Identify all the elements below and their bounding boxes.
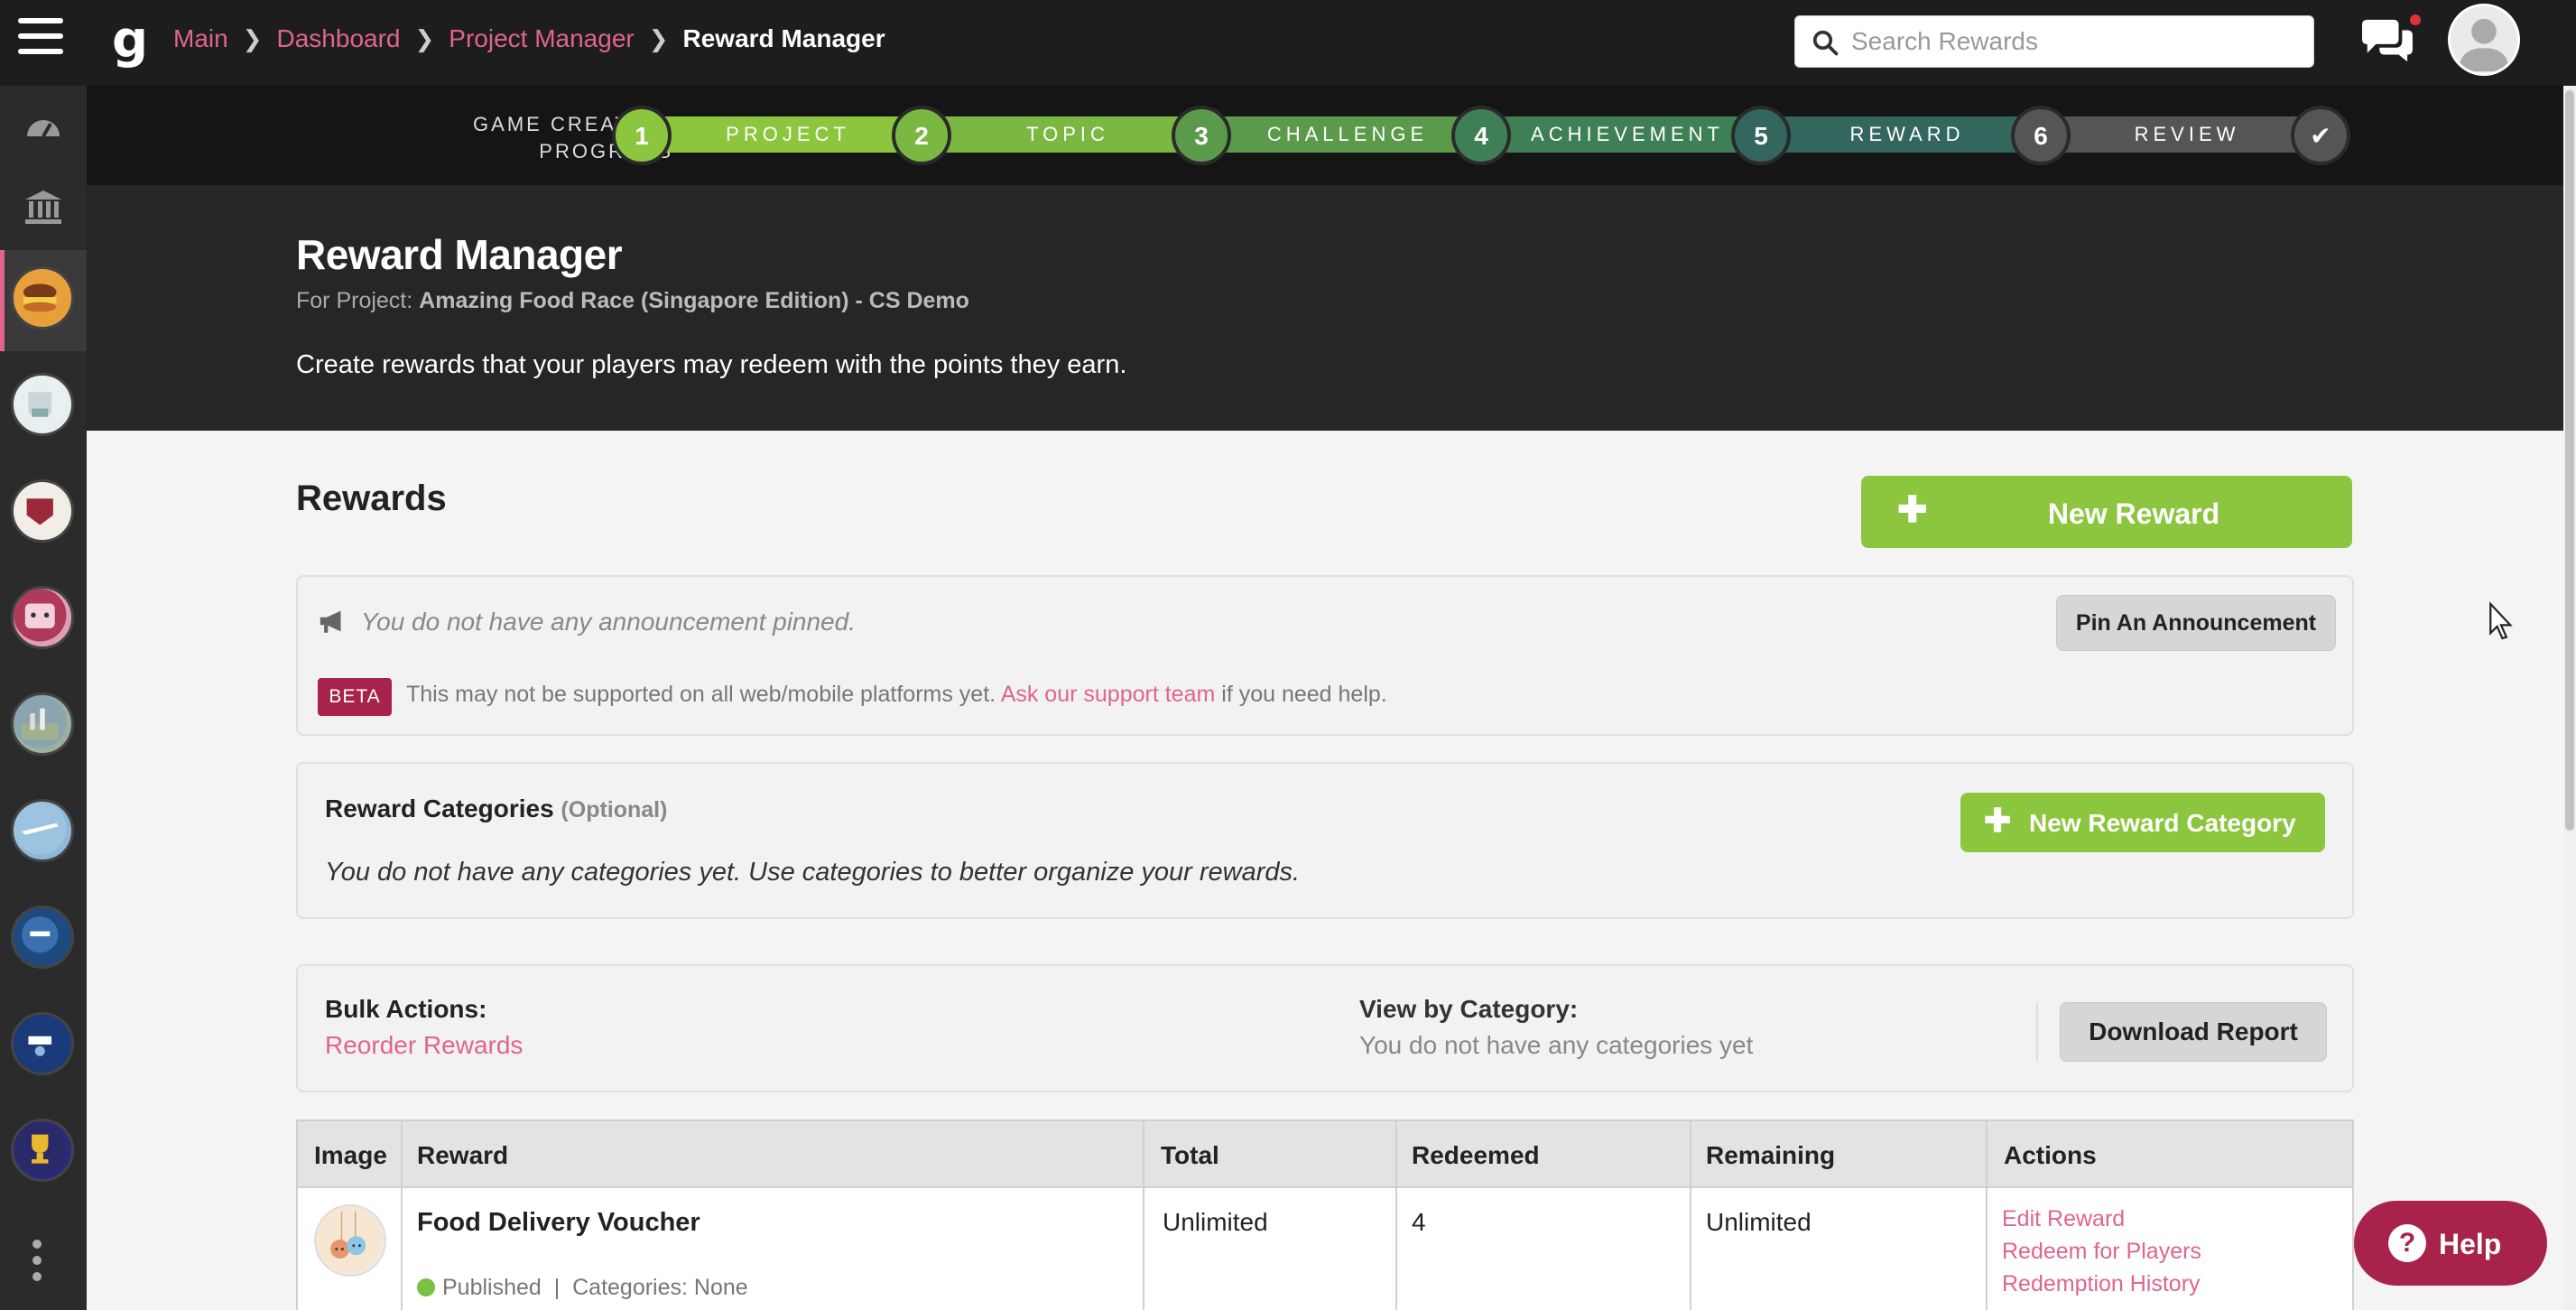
step-3-circle[interactable]: 3 xyxy=(1172,106,1231,165)
project-avatar-9[interactable] xyxy=(11,1119,74,1182)
col-redeemed: Redeemed xyxy=(1412,1141,1540,1169)
step-project[interactable]: PROJECT xyxy=(648,116,928,153)
view-by-category-title: View by Category: xyxy=(1359,995,1579,1023)
project-avatar-7[interactable] xyxy=(11,906,74,969)
reward-total: Unlimited xyxy=(1163,1208,1268,1236)
project-name: Amazing Food Race (Singapore Edition) - … xyxy=(419,288,969,313)
support-link[interactable]: Ask our support team xyxy=(1001,682,1216,707)
view-by-category-empty: You do not have any categories yet xyxy=(1359,1031,1754,1059)
beta-badge: BETA xyxy=(318,678,392,716)
col-remaining: Remaining xyxy=(1706,1141,1836,1169)
announcement-empty-text: You do not have any announcement pinned. xyxy=(361,608,856,636)
col-reward: Reward xyxy=(417,1141,509,1169)
reward-redeemed: 4 xyxy=(1412,1208,1426,1236)
step-review[interactable]: REVIEW xyxy=(2047,116,2327,153)
step-achievement[interactable]: ACHIEVEMENT xyxy=(1487,116,1767,153)
more-icon[interactable] xyxy=(32,1240,42,1288)
search-box[interactable] xyxy=(1794,15,2314,68)
scrollbar-thumb[interactable] xyxy=(2565,90,2574,831)
divider xyxy=(2036,1002,2038,1062)
search-icon xyxy=(1812,30,1839,56)
redeem-for-players-link[interactable]: Redeem for Players xyxy=(2002,1239,2201,1265)
categories-title: Reward Categories (Optional) xyxy=(325,794,668,822)
step-1-circle[interactable]: 1 xyxy=(612,106,672,165)
new-reward-category-button[interactable]: ✚ New Reward Category xyxy=(1960,793,2325,852)
reward-remaining: Unlimited xyxy=(1706,1208,1812,1236)
pin-announcement-button[interactable]: Pin An Announcement xyxy=(2056,595,2336,651)
step-challenge[interactable]: CHALLENGE xyxy=(1208,116,1487,153)
col-image: Image xyxy=(314,1141,387,1169)
step-6-circle[interactable]: 6 xyxy=(2011,106,2071,165)
notification-dot xyxy=(2410,14,2421,25)
page-title: Reward Manager xyxy=(296,231,623,278)
project-avatar-food-race[interactable] xyxy=(11,266,74,330)
chevron-right-icon: ❯ xyxy=(242,24,263,52)
search-input[interactable] xyxy=(1851,16,2303,67)
top-bar: g Main ❯ Dashboard ❯ Project Manager ❯ R… xyxy=(0,0,2576,86)
beta-notice: This may not be supported on all web/mob… xyxy=(406,682,1387,707)
step-2-circle[interactable]: 2 xyxy=(892,106,951,165)
col-total: Total xyxy=(1161,1141,1219,1169)
app-logo[interactable]: g xyxy=(112,9,148,72)
new-reward-button[interactable]: ✚ New Reward xyxy=(1861,476,2352,548)
mouse-cursor-icon xyxy=(2489,601,2513,640)
left-sidebar xyxy=(0,86,87,1310)
help-button[interactable]: ? Help xyxy=(2354,1201,2547,1286)
breadcrumb-dashboard[interactable]: Dashboard xyxy=(277,24,401,53)
redemption-history-link[interactable]: Redemption History xyxy=(2002,1271,2201,1297)
project-avatar-2[interactable] xyxy=(11,373,74,436)
bulk-actions-title: Bulk Actions: xyxy=(325,995,487,1023)
download-report-button[interactable]: Download Report xyxy=(2060,1002,2327,1062)
project-avatar-3[interactable] xyxy=(11,479,74,543)
column-divider xyxy=(1395,1120,1397,1310)
announcement-panel: You do not have any announcement pinned.… xyxy=(296,575,2354,736)
user-avatar[interactable] xyxy=(2448,4,2520,76)
megaphone-icon xyxy=(320,610,341,633)
optional-label: (Optional) xyxy=(561,797,668,822)
rewards-table-header: Image Reward Total Redeemed Remaining Ac… xyxy=(296,1120,2354,1188)
page-description: Create rewards that your players may red… xyxy=(296,350,1127,379)
chat-icon[interactable] xyxy=(2358,18,2415,67)
categories-empty-text: You do not have any categories yet. Use … xyxy=(325,858,1301,887)
step-topic[interactable]: TOPIC xyxy=(928,116,1208,153)
plus-icon: ✚ xyxy=(1984,802,2012,839)
column-divider xyxy=(1690,1120,1691,1310)
bulk-actions-panel: Bulk Actions: Reorder Rewards View by Ca… xyxy=(296,964,2354,1092)
rewards-heading: Rewards xyxy=(296,478,447,518)
step-5-circle[interactable]: 5 xyxy=(1731,106,1791,165)
col-actions: Actions xyxy=(2004,1141,2097,1169)
reward-name[interactable]: Food Delivery Voucher xyxy=(417,1208,700,1238)
project-avatar-8[interactable] xyxy=(11,1012,74,1075)
page-header: Reward Manager For Project: Amazing Food… xyxy=(87,185,2563,431)
chevron-right-icon: ❯ xyxy=(414,24,435,52)
chevron-right-icon: ❯ xyxy=(648,24,669,52)
column-divider xyxy=(1143,1120,1144,1310)
breadcrumb: Main ❯ Dashboard ❯ Project Manager ❯ Rew… xyxy=(173,24,885,53)
project-avatar-5[interactable] xyxy=(11,692,74,756)
breadcrumb-project-manager[interactable]: Project Manager xyxy=(449,24,634,53)
check-icon[interactable]: ✔ xyxy=(2291,106,2350,165)
question-icon: ? xyxy=(2388,1224,2426,1262)
project-label: For Project: Amazing Food Race (Singapor… xyxy=(296,288,969,313)
menu-icon[interactable] xyxy=(18,18,63,63)
step-4-circle[interactable]: 4 xyxy=(1451,106,1511,165)
dashboard-icon[interactable] xyxy=(22,106,65,149)
published-status-icon xyxy=(417,1278,435,1296)
project-avatar-4[interactable] xyxy=(11,586,74,649)
reorder-rewards-link[interactable]: Reorder Rewards xyxy=(325,1031,523,1060)
breadcrumb-main[interactable]: Main xyxy=(173,24,228,53)
step-reward[interactable]: REWARD xyxy=(1767,116,2047,153)
game-creation-progress: GAME CREATION PROGRESS PROJECT TOPIC CHA… xyxy=(87,86,2563,185)
reward-image[interactable] xyxy=(314,1204,386,1277)
column-divider xyxy=(401,1120,403,1310)
project-avatar-6[interactable] xyxy=(11,799,74,862)
reward-status: Published | Categories: None xyxy=(442,1275,748,1300)
breadcrumb-current: Reward Manager xyxy=(682,24,885,52)
institution-icon[interactable] xyxy=(22,185,65,228)
column-divider xyxy=(1986,1120,1988,1310)
reward-categories-panel: Reward Categories (Optional) You do not … xyxy=(296,762,2354,919)
edit-reward-link[interactable]: Edit Reward xyxy=(2002,1206,2125,1232)
